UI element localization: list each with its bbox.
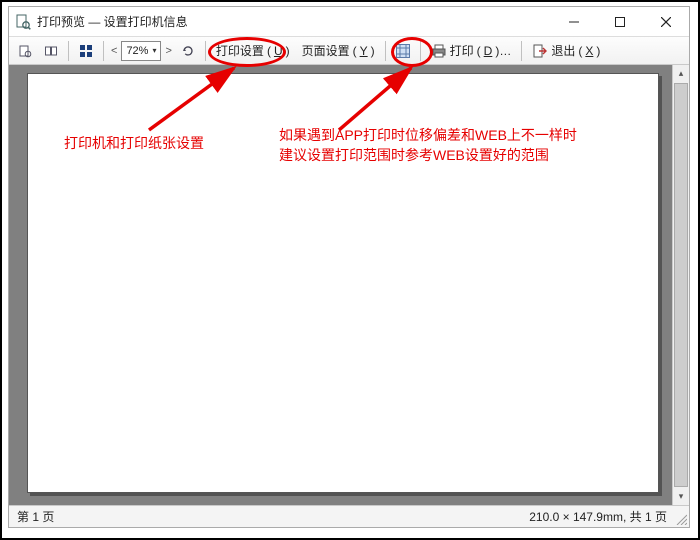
exit-button[interactable]: 退出(X) <box>527 40 605 62</box>
status-size: 210.0 × 147.9mm, 共 1 页 <box>529 508 689 525</box>
zoom-prev-icon: < <box>109 45 119 57</box>
preview-viewport: ▴ ▾ <box>9 65 689 505</box>
print-label: 打印 <box>450 42 474 59</box>
resize-grip[interactable] <box>675 513 687 525</box>
statusbar: 第 1 页 210.0 × 147.9mm, 共 1 页 <box>9 505 689 527</box>
zoom-combobox[interactable]: 72% ▾ <box>121 41 161 61</box>
page-setup-label: 页面设置 <box>302 42 350 59</box>
prev-page-button[interactable] <box>39 40 63 62</box>
maximize-button[interactable] <box>597 7 643 36</box>
zoom-next-icon: > <box>163 45 173 57</box>
printer-icon <box>431 43 447 59</box>
print-setup-button[interactable]: 打印设置(U) <box>211 40 295 62</box>
toolbar: < 72% ▾ > 打印设置(U) 页面设置(Y) 打印(D)… <box>9 37 689 65</box>
close-button[interactable] <box>643 7 689 36</box>
refresh-button[interactable] <box>176 40 200 62</box>
margins-button[interactable] <box>391 40 415 62</box>
thumbnails-button[interactable] <box>74 40 98 62</box>
window-controls <box>551 7 689 36</box>
exit-icon <box>532 43 548 59</box>
status-page: 第 1 页 <box>9 508 529 525</box>
titlebar: 打印预览 — 设置打印机信息 <box>9 7 689 37</box>
client-area: ▴ ▾ 第 1 页 210.0 × 147.9mm, 共 1 页 <box>9 65 689 527</box>
chevron-down-icon: ▾ <box>152 46 156 55</box>
window-title: 打印预览 — 设置打印机信息 <box>37 13 188 30</box>
print-preview-window: 打印预览 — 设置打印机信息 < 72% ▾ > 打印设置 <box>8 6 690 528</box>
print-setup-label: 打印设置 <box>216 42 264 59</box>
preview-page <box>27 73 659 493</box>
minimize-button[interactable] <box>551 7 597 36</box>
page-setup-button[interactable]: 页面设置(Y) <box>297 40 380 62</box>
zoom-value: 72% <box>126 45 148 57</box>
scroll-down-button[interactable]: ▾ <box>673 488 689 505</box>
scroll-up-button[interactable]: ▴ <box>673 65 689 82</box>
app-icon <box>15 14 31 30</box>
scroll-thumb[interactable] <box>674 83 688 487</box>
exit-label: 退出 <box>551 42 575 59</box>
first-page-button[interactable] <box>13 40 37 62</box>
vertical-scrollbar[interactable]: ▴ ▾ <box>672 65 689 505</box>
print-button[interactable]: 打印(D)… <box>426 40 517 62</box>
